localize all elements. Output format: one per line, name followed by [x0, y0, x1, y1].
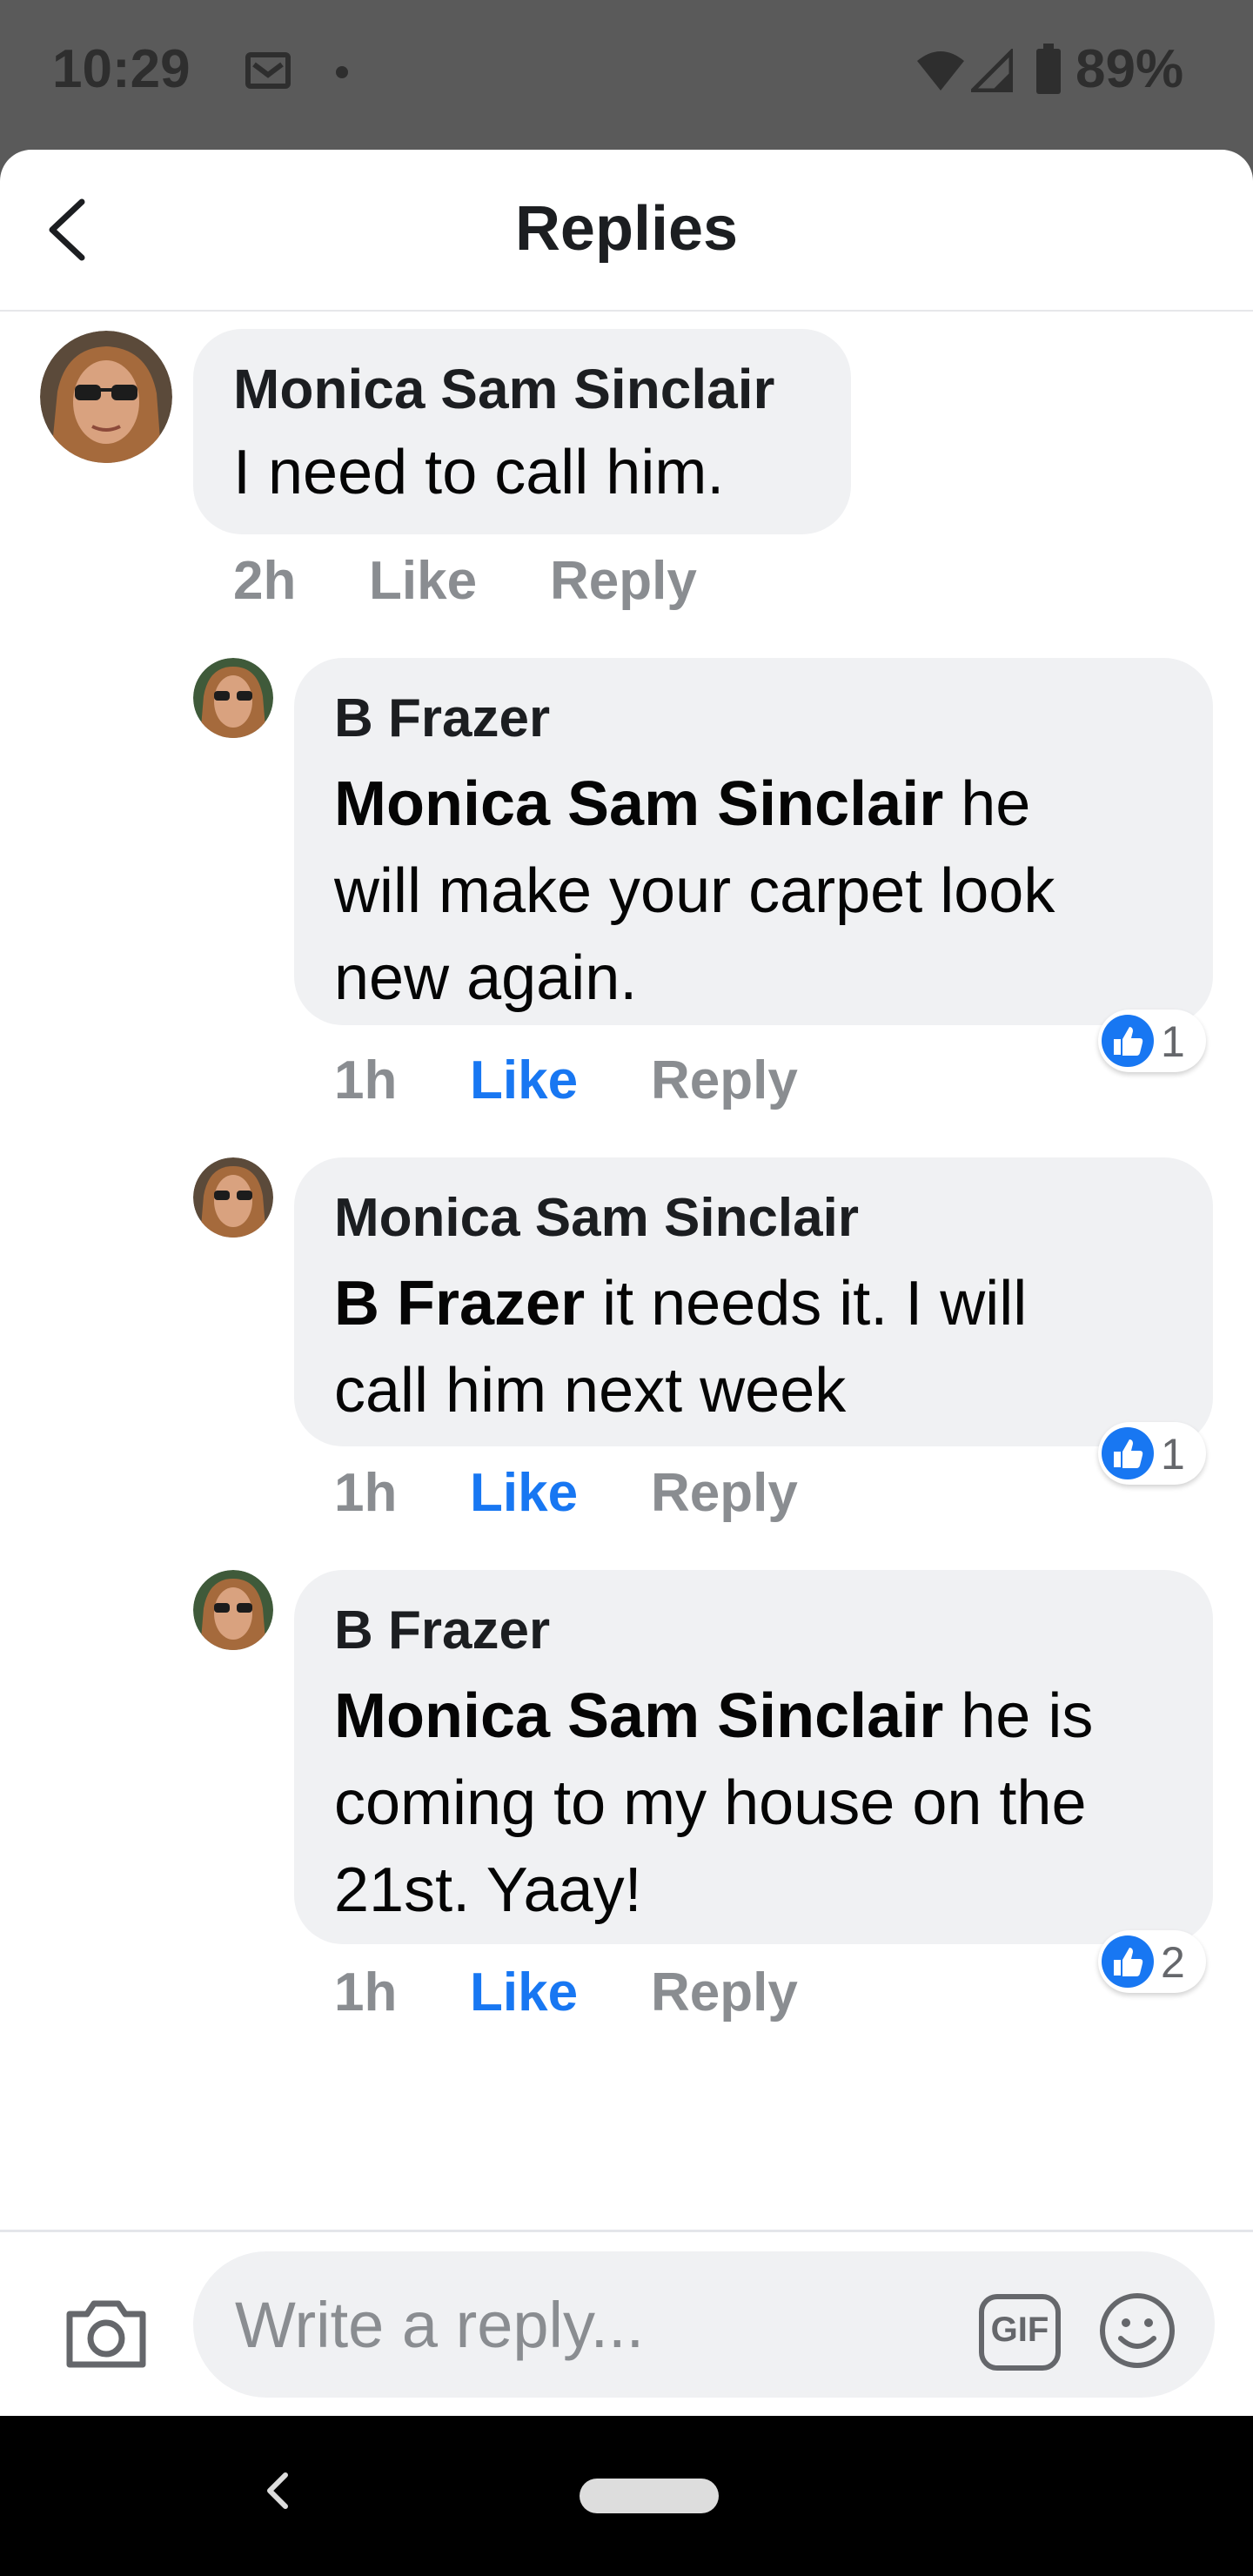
battery-percentage: 89% [1075, 39, 1184, 99]
comment-actions: 1h Like Reply [334, 1962, 856, 2031]
comment-actions: 2h Like Reply [233, 550, 755, 620]
comment-text: Monica Sam Sinclair he is coming to my h… [334, 1681, 1094, 1925]
avatar[interactable] [40, 331, 172, 463]
reaction-count: 1 [1161, 1430, 1185, 1479]
reply-button[interactable]: Reply [651, 1962, 798, 2023]
gif-button[interactable]: GIF [978, 2293, 1062, 2371]
gif-label: GIF [990, 2311, 1049, 2349]
nav-home-button[interactable] [580, 2479, 719, 2513]
comment-actions: 1h Like Reply [334, 1050, 856, 1119]
wifi-icon [917, 51, 964, 91]
reaction-badge[interactable]: 2 [1098, 1930, 1206, 1993]
thumbs-up-icon [1102, 1935, 1154, 1988]
reply-button[interactable]: Reply [651, 1462, 798, 1524]
signal-icon [971, 49, 1013, 92]
comment-text: B Frazer it needs it. I will call him ne… [334, 1269, 1028, 1426]
comment-time: 2h [233, 551, 297, 611]
comment-bubble[interactable]: Monica Sam Sinclair I need to call him. [193, 329, 851, 534]
comment-time: 1h [334, 1463, 398, 1523]
mention-link[interactable]: B Frazer [334, 1269, 585, 1338]
mention-link[interactable]: Monica Sam Sinclair [334, 1681, 943, 1751]
avatar[interactable] [193, 1157, 273, 1238]
comment-time: 1h [334, 1962, 398, 2023]
comment-author[interactable]: B Frazer [334, 1600, 550, 1661]
like-button[interactable]: Like [470, 1462, 578, 1524]
header: Replies [0, 150, 1253, 312]
mention-link[interactable]: Monica Sam Sinclair [334, 769, 943, 839]
reaction-count: 2 [1161, 1938, 1185, 1987]
comment-time: 1h [334, 1050, 398, 1110]
comment-actions: 1h Like Reply [334, 1462, 856, 1532]
comment-author[interactable]: Monica Sam Sinclair [233, 357, 774, 421]
replies-sheet: Replies Monica Sam Sinclair I need to ca… [0, 150, 1253, 2416]
notification-dot [336, 66, 348, 78]
like-button[interactable]: Like [369, 550, 477, 612]
reaction-badge[interactable]: 1 [1098, 1010, 1206, 1072]
battery-icon [1036, 44, 1061, 94]
reply-button[interactable]: Reply [651, 1050, 798, 1111]
status-time: 10:29 [52, 39, 191, 99]
comment-text: Monica Sam Sinclair he will make your ca… [334, 769, 1055, 1013]
mail-icon [245, 52, 291, 89]
smiley-icon[interactable] [1098, 2291, 1176, 2370]
comment-author[interactable]: B Frazer [334, 688, 550, 749]
comment-author[interactable]: Monica Sam Sinclair [334, 1187, 859, 1249]
thumbs-up-icon [1102, 1015, 1154, 1067]
like-button[interactable]: Like [470, 1050, 578, 1111]
system-nav-bar [0, 2416, 1253, 2576]
page-title: Replies [514, 194, 739, 264]
reaction-badge[interactable]: 1 [1098, 1422, 1206, 1485]
comment-bubble[interactable]: B Frazer Monica Sam Sinclair he will mak… [294, 658, 1213, 1025]
comment-bubble[interactable]: B Frazer Monica Sam Sinclair he is comin… [294, 1570, 1213, 1944]
like-button[interactable]: Like [470, 1962, 578, 2023]
comment-bubble[interactable]: Monica Sam Sinclair B Frazer it needs it… [294, 1157, 1213, 1446]
avatar[interactable] [193, 1570, 273, 1650]
camera-icon[interactable] [63, 2293, 150, 2371]
reply-composer: GIF [0, 2230, 1253, 2416]
comment-text: I need to call him. [233, 438, 725, 507]
status-bar: 10:29 89% [0, 0, 1253, 150]
reaction-count: 1 [1161, 1017, 1185, 1066]
nav-back-icon[interactable] [256, 2456, 299, 2526]
reply-button[interactable]: Reply [550, 550, 697, 612]
thumbs-up-icon [1102, 1427, 1154, 1479]
avatar[interactable] [193, 658, 273, 738]
